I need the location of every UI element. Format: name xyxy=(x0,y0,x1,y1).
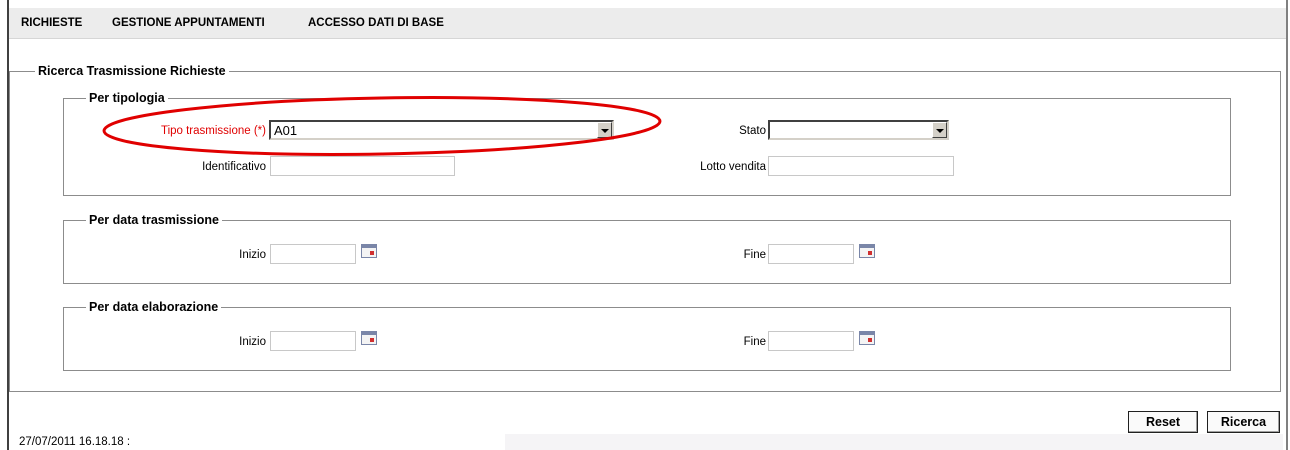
elaborazione-fine-input[interactable] xyxy=(768,331,854,351)
ricerca-button[interactable]: Ricerca xyxy=(1207,411,1280,433)
menu-item-richieste[interactable]: RICHIESTE xyxy=(21,17,82,29)
chevron-down-icon[interactable] xyxy=(932,122,947,138)
stato-select[interactable] xyxy=(768,120,949,140)
status-timestamp: 27/07/2011 16.18.18 : xyxy=(19,436,131,448)
calendar-icon[interactable] xyxy=(859,244,875,258)
trasmissione-inizio-label: Inizio xyxy=(239,249,266,261)
trasmissione-fine-input[interactable] xyxy=(768,244,854,264)
per-data-trasmissione-legend: Per data trasmissione xyxy=(89,213,219,227)
menu-bar: RICHIESTE GESTIONE APPUNTAMENTI ACCESSO … xyxy=(9,8,1286,39)
calendar-icon[interactable] xyxy=(361,331,377,345)
trasmissione-fine-label: Fine xyxy=(743,249,766,261)
per-data-elaborazione-legend: Per data elaborazione xyxy=(89,300,219,314)
identificativo-label: Identificativo xyxy=(202,161,266,173)
elaborazione-inizio-label: Inizio xyxy=(239,336,266,348)
calendar-icon[interactable] xyxy=(361,244,377,258)
trasmissione-inizio-input[interactable] xyxy=(270,244,356,264)
calendar-icon[interactable] xyxy=(859,331,875,345)
elaborazione-inizio-input[interactable] xyxy=(270,331,356,351)
stato-label: Stato xyxy=(739,125,766,137)
lotto-vendita-label: Lotto vendita xyxy=(700,161,766,173)
reset-button[interactable]: Reset xyxy=(1128,411,1198,433)
highlight-ellipse xyxy=(102,96,662,156)
search-panel-title: Ricerca Trasmissione Richieste xyxy=(38,64,226,78)
right-border xyxy=(1286,0,1288,450)
identificativo-input[interactable] xyxy=(270,156,455,176)
menu-item-gestione-appuntamenti[interactable]: GESTIONE APPUNTAMENTI xyxy=(112,17,265,29)
lotto-vendita-input[interactable] xyxy=(768,156,954,176)
menu-item-accesso-dati-di-base[interactable]: ACCESSO DATI DI BASE xyxy=(308,17,444,29)
status-bar-area xyxy=(505,434,1283,450)
elaborazione-fine-label: Fine xyxy=(743,336,766,348)
